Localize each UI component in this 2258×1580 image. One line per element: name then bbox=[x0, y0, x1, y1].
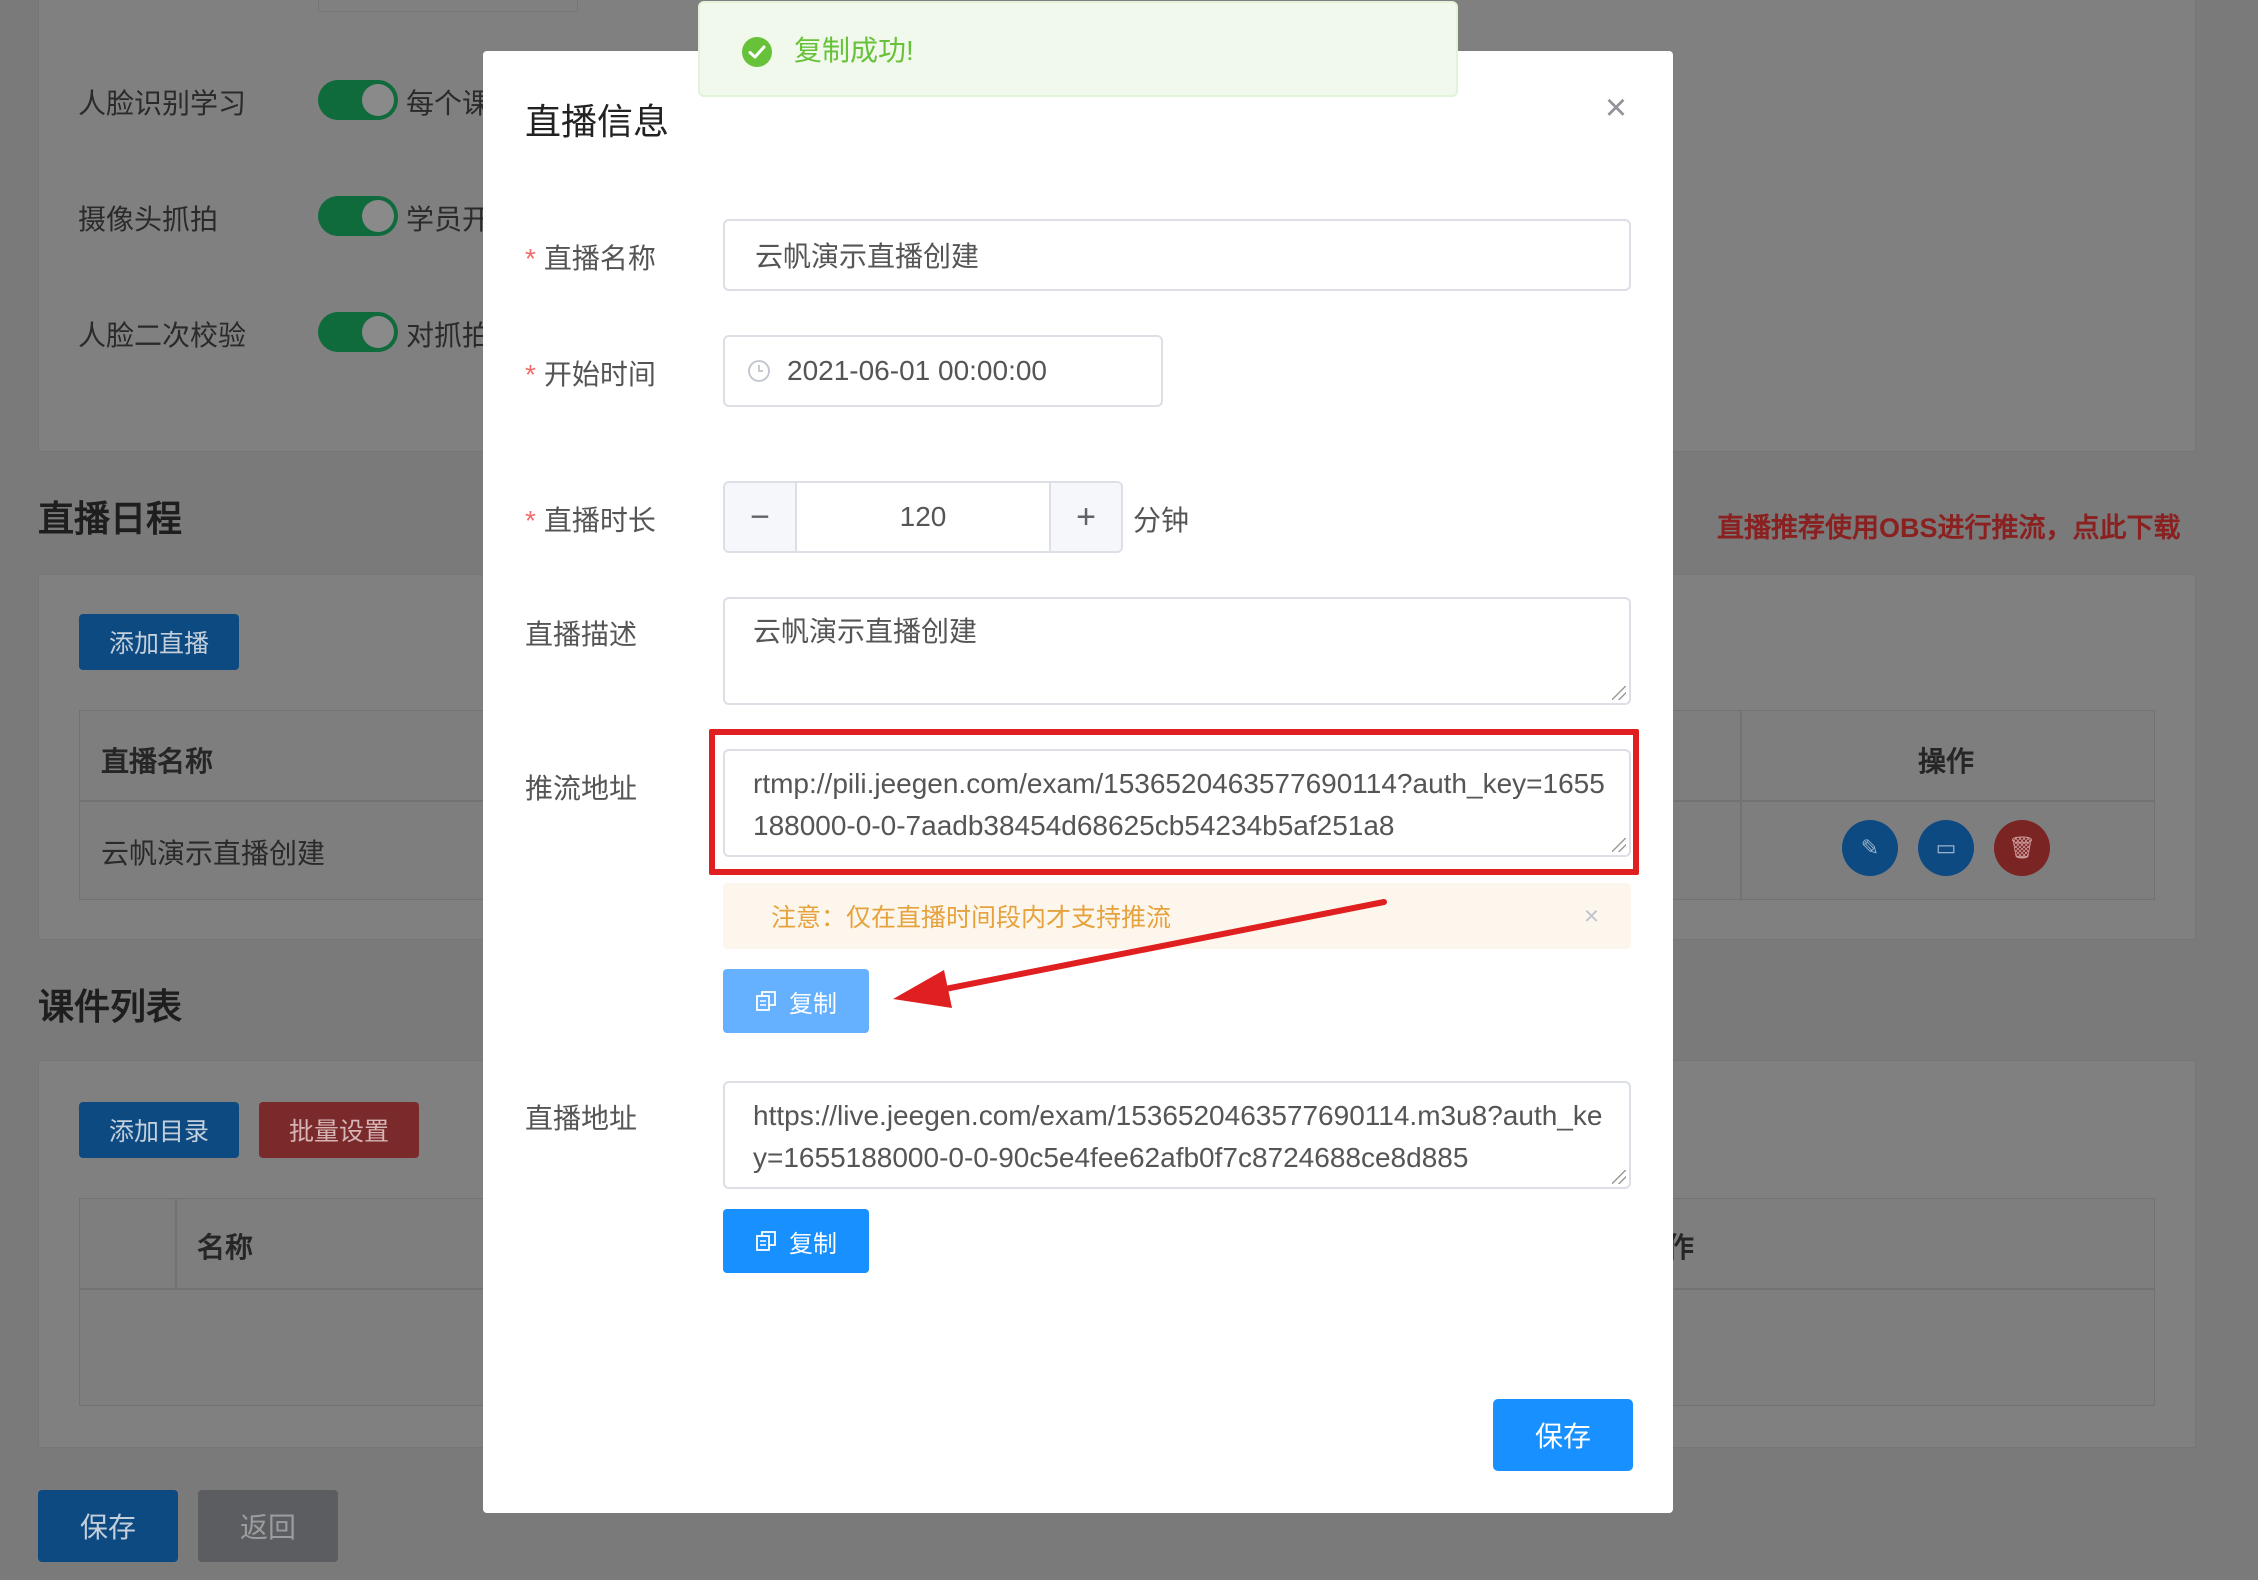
page-back-button[interactable]: 返回 bbox=[198, 1490, 338, 1562]
start-time-label: * 开始时间 bbox=[525, 353, 656, 393]
schedule-col-name: 直播名称 bbox=[101, 746, 214, 777]
required-mark: * bbox=[525, 359, 536, 390]
increase-button[interactable]: + bbox=[1049, 483, 1121, 551]
courseware-section-title: 课件列表 bbox=[38, 986, 183, 1027]
push-url-label: 推流地址 bbox=[525, 773, 638, 804]
face-learning-switch[interactable] bbox=[318, 80, 398, 120]
copy-push-url-label: 复制 bbox=[789, 990, 837, 1018]
description-value: 云帆演示直播创建 bbox=[753, 616, 978, 647]
play-url-textarea[interactable]: https://live.jeegen.com/exam/15365204635… bbox=[723, 1081, 1631, 1189]
dialog-save-button[interactable]: 保存 bbox=[1493, 1399, 1633, 1471]
setting-label-face-learning: 人脸识别学习 bbox=[78, 88, 247, 119]
decrease-button[interactable]: − bbox=[725, 483, 797, 551]
setting-desc-face-learning: 每个课 bbox=[406, 88, 491, 119]
start-time-value: 2021-06-01 00:00:00 bbox=[787, 355, 1047, 386]
setting-label-camera-capture: 摄像头抓拍 bbox=[78, 204, 219, 235]
push-notice-alert: 注意：仅在直播时间段内才支持推流 × bbox=[723, 883, 1631, 949]
alert-close-icon[interactable]: × bbox=[1584, 901, 1599, 932]
setting-desc-face-recheck: 对抓拍 bbox=[406, 320, 491, 351]
push-notice-text: 注意：仅在直播时间段内才支持推流 bbox=[771, 904, 1172, 932]
face-recheck-switch[interactable] bbox=[318, 312, 398, 352]
camera-capture-switch[interactable] bbox=[318, 196, 398, 236]
page-save-button[interactable]: 保存 bbox=[38, 1490, 178, 1562]
annotation-highlight-box bbox=[709, 729, 1639, 875]
setting-label-face-recheck: 人脸二次校验 bbox=[78, 320, 247, 351]
duration-value[interactable]: 120 bbox=[797, 483, 1049, 551]
courseware-col-name: 名称 bbox=[197, 1232, 254, 1263]
copy-icon bbox=[756, 1231, 776, 1251]
duration-label-text: 直播时长 bbox=[543, 505, 656, 536]
schedule-section-title: 直播日程 bbox=[38, 498, 183, 539]
edit-live-icon[interactable]: ✎ bbox=[1842, 820, 1898, 876]
description-textarea[interactable]: 云帆演示直播创建 bbox=[723, 597, 1631, 705]
setting-desc-camera-capture: 学员开 bbox=[406, 204, 491, 235]
required-mark: * bbox=[525, 505, 536, 536]
clock-icon bbox=[748, 360, 770, 382]
required-mark: * bbox=[525, 243, 536, 274]
live-name-label-text: 直播名称 bbox=[543, 243, 656, 274]
play-url-label: 直播地址 bbox=[525, 1103, 638, 1134]
schedule-col-action: 操作 bbox=[1918, 746, 1975, 777]
add-live-button[interactable]: 添加直播 bbox=[79, 614, 239, 670]
video-live-icon[interactable]: ▭ bbox=[1918, 820, 1974, 876]
start-time-picker[interactable]: 2021-06-01 00:00:00 bbox=[723, 335, 1163, 407]
schedule-row-name: 云帆演示直播创建 bbox=[101, 838, 326, 869]
description-label: 直播描述 bbox=[525, 619, 638, 650]
copy-push-url-button[interactable]: 复制 bbox=[723, 969, 869, 1033]
copy-play-url-label: 复制 bbox=[789, 1230, 837, 1258]
close-icon[interactable]: × bbox=[1599, 89, 1633, 127]
live-info-dialog: 直播信息 × * 直播名称 云帆演示直播创建 * 开始时间 2021-06-01 0… bbox=[483, 51, 1673, 1513]
courseware-col-divider bbox=[175, 1198, 177, 1288]
play-url-value: https://live.jeegen.com/exam/15365204635… bbox=[753, 1100, 1603, 1173]
live-name-label: * 直播名称 bbox=[525, 237, 656, 277]
live-name-value: 云帆演示直播创建 bbox=[755, 241, 980, 272]
resize-handle[interactable] bbox=[1612, 1170, 1626, 1184]
number-input-fragment bbox=[318, 0, 578, 12]
toast-message: 复制成功! bbox=[794, 35, 914, 66]
add-directory-button[interactable]: 添加目录 bbox=[79, 1102, 239, 1158]
delete-live-icon[interactable]: 🗑 bbox=[1994, 820, 2050, 876]
obs-download-link[interactable]: 直播推荐使用OBS进行推流，点此下载 bbox=[1717, 506, 2181, 545]
duration-unit: 分钟 bbox=[1133, 505, 1190, 536]
live-name-input[interactable]: 云帆演示直播创建 bbox=[723, 219, 1631, 291]
start-time-label-text: 开始时间 bbox=[543, 359, 656, 390]
batch-settings-button[interactable]: 批量设置 bbox=[259, 1102, 419, 1158]
duration-stepper: − 120 + bbox=[723, 481, 1123, 553]
duration-label: * 直播时长 bbox=[525, 499, 656, 539]
resize-handle[interactable] bbox=[1612, 686, 1626, 700]
copy-success-toast: 复制成功! bbox=[698, 1, 1458, 97]
copy-play-url-button[interactable]: 复制 bbox=[723, 1209, 869, 1273]
schedule-action-divider bbox=[1740, 710, 1742, 900]
dialog-title: 直播信息 bbox=[525, 101, 670, 142]
copy-icon bbox=[756, 991, 776, 1011]
success-check-icon bbox=[742, 37, 772, 67]
